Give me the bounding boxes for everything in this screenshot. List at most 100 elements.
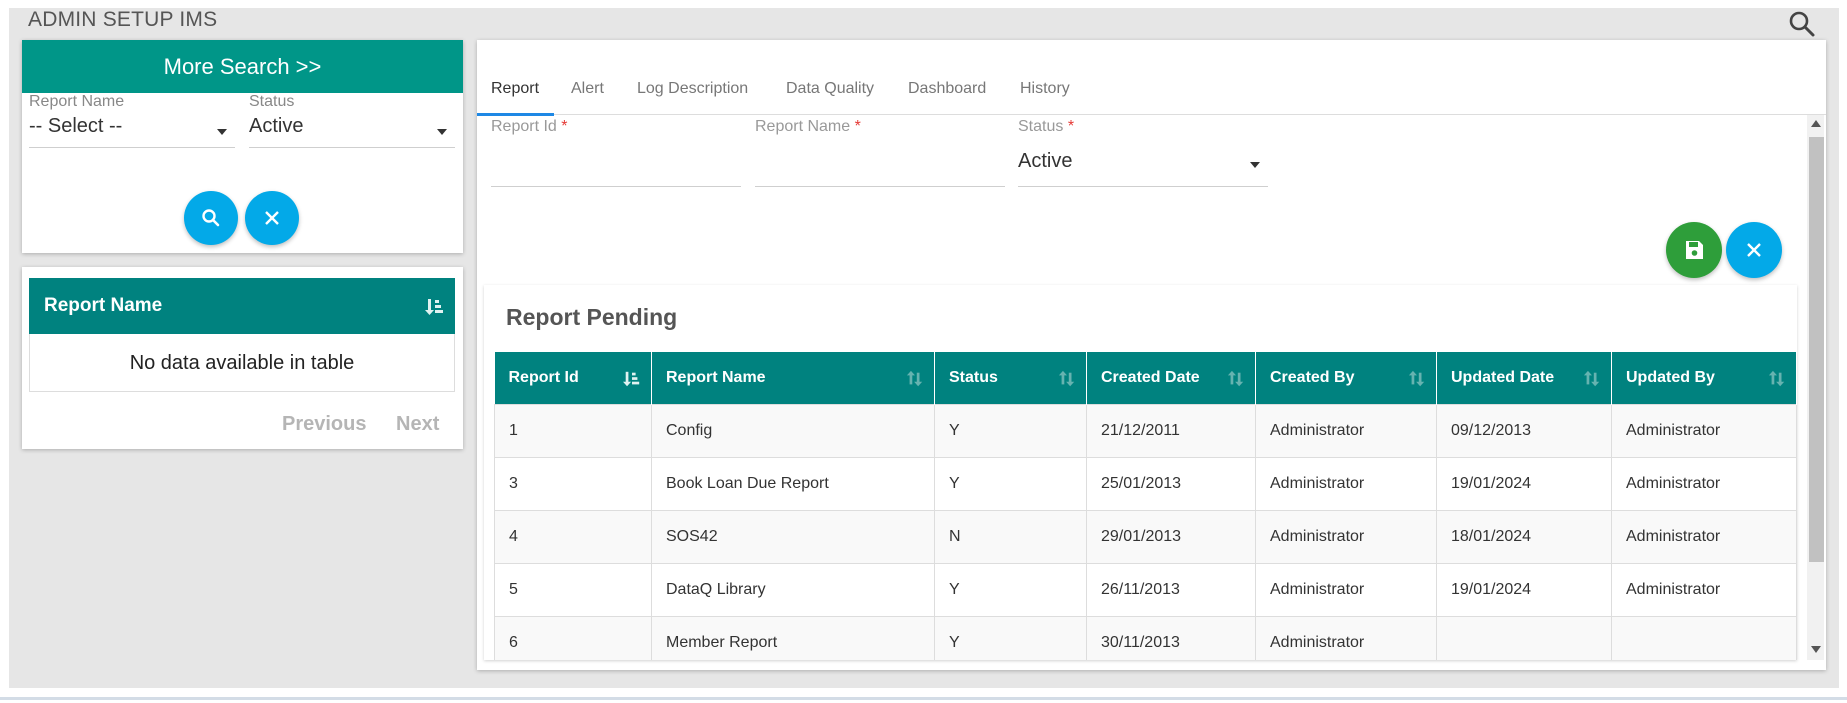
tab-data-quality[interactable]: Data Quality (786, 80, 874, 98)
table-row: 5 DataQ Library Y 26/11/2013 Administrat… (494, 563, 1797, 617)
table-row: 3 Book Loan Due Report Y 25/01/2013 Admi… (494, 457, 1797, 511)
cell-created-date: 26/11/2013 (1086, 563, 1256, 617)
report-name-link[interactable]: Book Loan Due Report (651, 457, 935, 511)
tab-alert[interactable]: Alert (571, 80, 604, 98)
status-select-value: Active (249, 115, 304, 137)
tab-history[interactable]: History (1020, 80, 1070, 98)
chevron-down-icon (1250, 162, 1260, 168)
report-id-field: Report Id * (491, 118, 741, 187)
status-field: Status * Active (1018, 118, 1268, 187)
report-pending-title: Report Pending (506, 304, 678, 330)
report-list-header[interactable]: Report Name (29, 278, 455, 334)
cell-created-date: 30/11/2013 (1086, 616, 1256, 660)
cell-created-date: 25/01/2013 (1086, 457, 1256, 511)
sort-icon (1583, 370, 1600, 387)
cell-created-by: Administrator (1255, 563, 1437, 617)
report-list-header-label: Report Name (44, 295, 163, 316)
cell-updated-by: Administrator (1611, 457, 1797, 511)
search-card: More Search >> Report Name -- Select -- … (22, 40, 463, 253)
report-name-link[interactable]: DataQ Library (651, 563, 935, 617)
required-mark: * (1067, 118, 1075, 135)
report-name-input[interactable] (755, 138, 1005, 187)
more-search-button[interactable]: More Search >> (22, 40, 463, 93)
report-detail-card: Report Alert Log Description Data Qualit… (477, 40, 1826, 670)
table-header-row: Report Id Report Name Status Created Dat… (494, 352, 1797, 405)
cell-report-id: 1 (494, 404, 652, 458)
cell-updated-by: Administrator (1611, 404, 1797, 458)
column-header-created-date[interactable]: Created Date (1086, 352, 1256, 405)
required-mark: * (854, 118, 861, 135)
cell-status: N (934, 510, 1087, 564)
cancel-button[interactable] (1726, 222, 1782, 278)
status-label: Status (1018, 118, 1064, 135)
cell-report-id: 3 (494, 457, 652, 511)
save-icon (1686, 241, 1703, 259)
sort-icon (1227, 370, 1244, 387)
report-name-select-value: -- Select -- (29, 115, 123, 137)
close-icon (265, 211, 279, 225)
cell-updated-date: 09/12/2013 (1436, 404, 1612, 458)
report-id-label: Report Id (491, 118, 557, 135)
cell-updated-by: Administrator (1611, 510, 1797, 564)
next-page-button[interactable]: Next (396, 413, 439, 436)
column-header-updated-date[interactable]: Updated Date (1436, 352, 1612, 405)
sort-icon (1058, 370, 1075, 387)
report-id-input[interactable] (491, 138, 741, 187)
tab-report[interactable]: Report (491, 80, 539, 98)
status-filter-label: Status (249, 93, 295, 110)
sort-icon (1408, 370, 1425, 387)
report-name-link[interactable]: Config (651, 404, 935, 458)
report-name-link[interactable]: Member Report (651, 616, 935, 660)
search-icon[interactable] (1788, 10, 1818, 40)
report-name-filter: Report Name -- Select -- (29, 93, 235, 148)
cell-status: Y (934, 457, 1087, 511)
sort-asc-icon (425, 299, 443, 315)
status-dropdown-value: Active (1018, 150, 1073, 172)
scrollbar-thumb[interactable] (1809, 137, 1824, 562)
scroll-up-arrow-icon[interactable] (1811, 120, 1821, 127)
column-header-created-by[interactable]: Created By (1255, 352, 1437, 405)
cell-status: Y (934, 404, 1087, 458)
cell-status: Y (934, 563, 1087, 617)
search-icon (202, 209, 220, 227)
required-mark: * (561, 118, 568, 135)
column-header-status[interactable]: Status (934, 352, 1087, 405)
save-button[interactable] (1666, 222, 1722, 278)
previous-page-button[interactable]: Previous (282, 413, 366, 436)
cell-updated-by (1611, 616, 1797, 660)
report-name-select[interactable]: -- Select -- (29, 115, 235, 148)
scroll-down-arrow-icon[interactable] (1811, 646, 1821, 653)
cell-created-date: 21/12/2011 (1086, 404, 1256, 458)
column-header-report-name[interactable]: Report Name (651, 352, 935, 405)
cell-updated-date: 19/01/2024 (1436, 457, 1612, 511)
sort-icon (906, 370, 923, 387)
report-name-link[interactable]: SOS42 (651, 510, 935, 564)
cell-updated-by: Administrator (1611, 563, 1797, 617)
table-row: 4 SOS42 N 29/01/2013 Administrator 18/01… (494, 510, 1797, 564)
column-header-report-id[interactable]: Report Id (494, 352, 652, 405)
status-dropdown[interactable]: Active (1018, 138, 1268, 187)
clear-search-button[interactable] (245, 191, 299, 245)
column-header-updated-by[interactable]: Updated By (1611, 352, 1797, 405)
page: ADMIN SETUP IMS More Search >> Report Na… (0, 0, 1847, 703)
tab-log-description[interactable]: Log Description (637, 80, 748, 98)
column-header-label: Created By (1270, 369, 1355, 386)
cell-created-by: Administrator (1255, 510, 1437, 564)
tab-dashboard[interactable]: Dashboard (908, 80, 986, 98)
search-button[interactable] (184, 191, 238, 245)
cell-updated-date: 19/01/2024 (1436, 563, 1612, 617)
bottom-border (0, 697, 1847, 700)
status-select[interactable]: Active (249, 115, 455, 148)
report-name-field: Report Name * (755, 118, 1005, 187)
sort-asc-icon (623, 371, 640, 387)
column-header-label: Created Date (1101, 369, 1200, 386)
cell-created-date: 29/01/2013 (1086, 510, 1256, 564)
chevron-down-icon (217, 129, 227, 135)
cell-updated-date: 18/01/2024 (1436, 510, 1612, 564)
cell-created-by: Administrator (1255, 457, 1437, 511)
column-header-label: Status (949, 369, 998, 386)
column-header-label: Updated By (1626, 369, 1715, 386)
column-header-label: Report Id (508, 369, 579, 386)
close-icon (1747, 243, 1761, 257)
app-title: ADMIN SETUP IMS (28, 8, 218, 31)
